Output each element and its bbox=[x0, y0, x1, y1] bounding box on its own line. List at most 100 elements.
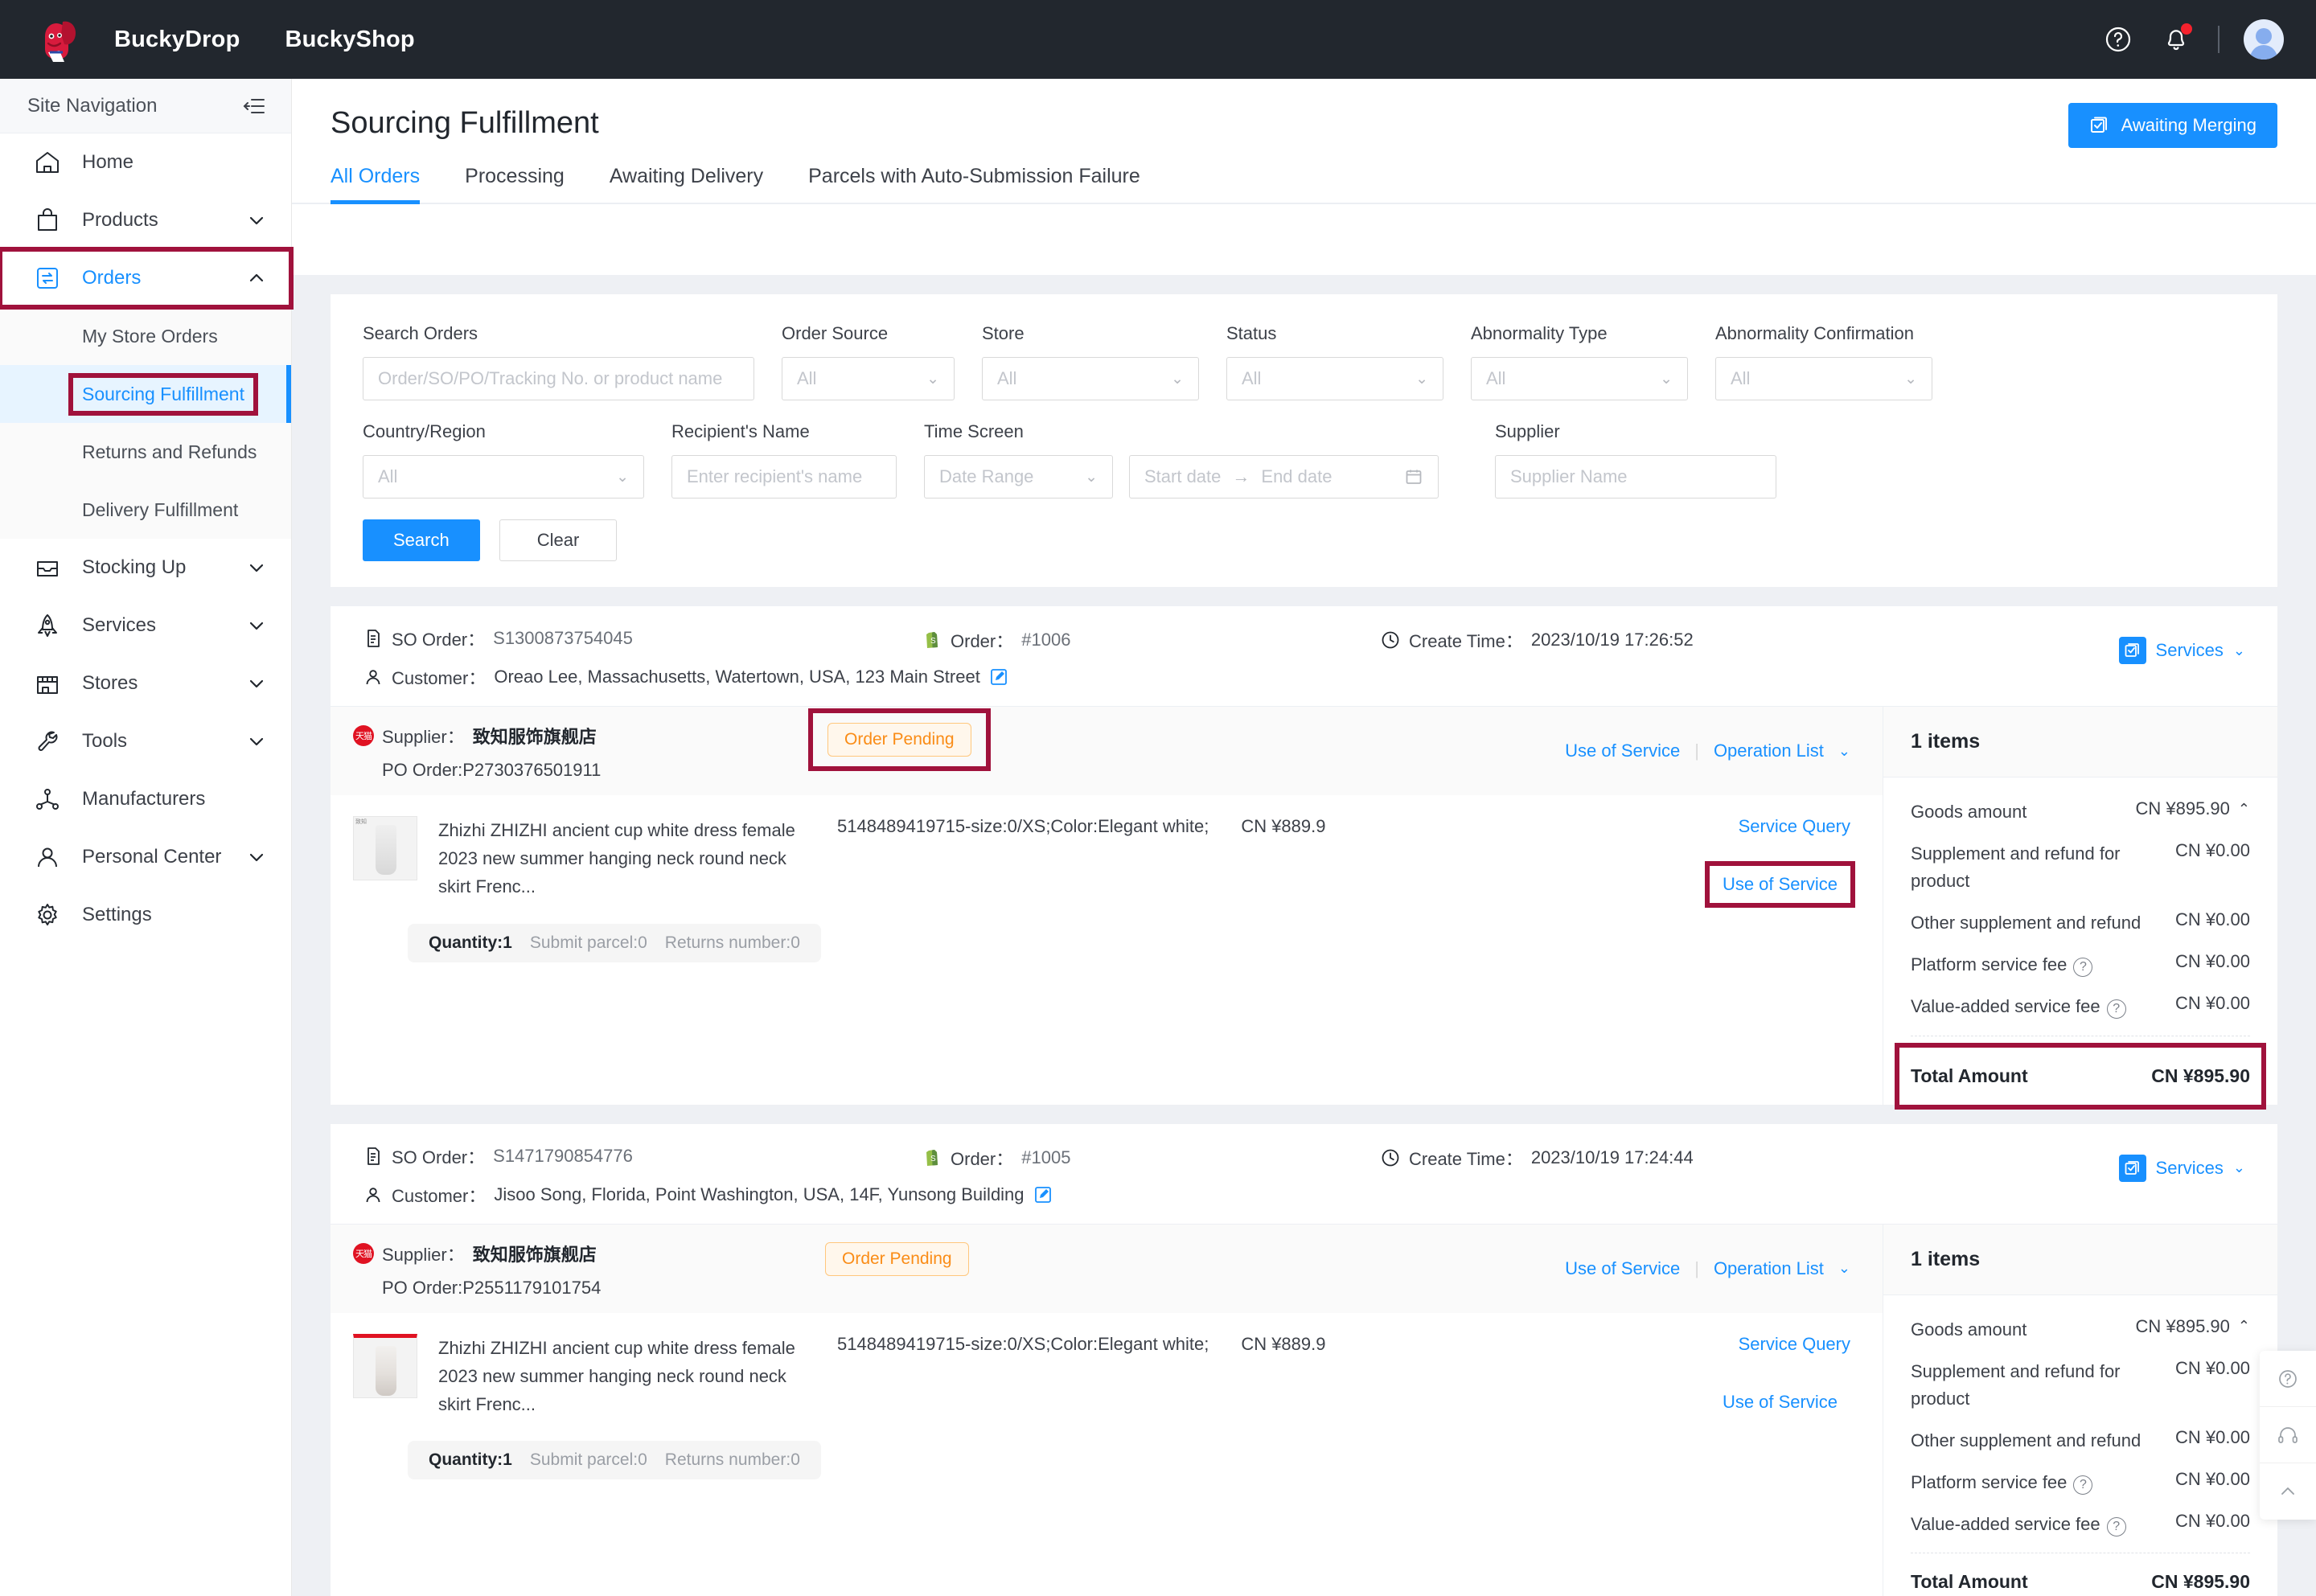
sidebar-item-orders[interactable]: Orders bbox=[0, 247, 294, 310]
date-range-picker[interactable]: Start date → End date bbox=[1129, 455, 1439, 498]
sidebar-item-manufacturers[interactable]: Manufacturers bbox=[0, 770, 291, 828]
order-card: SO Order： S1471790854776 Customer： Jisoo… bbox=[331, 1123, 2277, 1596]
country-region-select[interactable]: All ⌄ bbox=[363, 455, 644, 498]
po-order-label: PO Order: bbox=[382, 1277, 463, 1298]
sidebar-item-label: Tools bbox=[82, 730, 128, 752]
po-order-line: PO Order:P2551179101754 bbox=[353, 1278, 601, 1299]
services-label: Services bbox=[2155, 640, 2224, 660]
sidebar-item-stocking-up[interactable]: Stocking Up bbox=[0, 539, 291, 597]
abnormality-type-select[interactable]: All ⌄ bbox=[1471, 357, 1688, 400]
help-circle-icon[interactable]: ? bbox=[2073, 1475, 2093, 1495]
use-of-service-link[interactable]: Use of Service bbox=[1565, 1258, 1680, 1279]
awaiting-merging-label: Awaiting Merging bbox=[2121, 115, 2256, 135]
services-button[interactable]: Services ⌄ bbox=[2118, 637, 2245, 664]
order-left-column: 天猫 Supplier： 致知服饰旗舰店 PO Order:P255117910… bbox=[331, 1224, 1883, 1596]
filter-search-orders: Search Orders Order/SO/PO/Tracking No. o… bbox=[363, 323, 754, 400]
create-time-label: Create Time： bbox=[1409, 1148, 1523, 1169]
sidebar-item-services[interactable]: Services bbox=[0, 597, 291, 654]
page-title: Sourcing Fulfillment bbox=[331, 106, 599, 140]
help-circle-icon[interactable]: ? bbox=[2073, 958, 2093, 978]
services-button[interactable]: Services ⌄ bbox=[2118, 1154, 2245, 1182]
sidebar-subitem-label: Returns and Refunds bbox=[82, 441, 257, 462]
status-badge-wrap: Order Pending bbox=[825, 1241, 969, 1276]
status-select[interactable]: All ⌄ bbox=[1226, 357, 1443, 400]
product-thumbnail[interactable] bbox=[353, 1333, 417, 1398]
filter-row-2: Country/Region All ⌄ Recipient's Name En… bbox=[363, 421, 2245, 498]
chevron-down-icon: ⌄ bbox=[1838, 742, 1850, 759]
create-time-label: Create Time： bbox=[1409, 631, 1523, 651]
edit-customer-icon[interactable] bbox=[988, 667, 1009, 687]
scroll-to-top-icon[interactable] bbox=[2260, 1463, 2316, 1520]
collapse-sidebar-icon[interactable] bbox=[241, 93, 267, 119]
help-circle-icon[interactable]: ? bbox=[2106, 1517, 2126, 1537]
product-price: CN ¥889.9 bbox=[1241, 1333, 1326, 1354]
search-button[interactable]: Search bbox=[363, 519, 480, 561]
edit-customer-icon[interactable] bbox=[1033, 1184, 1053, 1205]
sidebar-item-my-store-orders[interactable]: My Store Orders bbox=[0, 307, 291, 365]
tab-awaiting-delivery[interactable]: Awaiting Delivery bbox=[610, 165, 786, 203]
sidebar-item-home[interactable]: Home bbox=[0, 133, 291, 191]
orders-scroll-area[interactable]: Search Orders Order/SO/PO/Tracking No. o… bbox=[292, 275, 2316, 1596]
sidebar-item-personal-center[interactable]: Personal Center bbox=[0, 828, 291, 886]
awaiting-merging-button[interactable]: Awaiting Merging bbox=[2068, 103, 2277, 148]
recipient-name-input[interactable]: Enter recipient's name bbox=[671, 455, 897, 498]
sidebar-item-tools[interactable]: Tools bbox=[0, 712, 291, 770]
time-screen-select[interactable]: Date Range ⌄ bbox=[924, 455, 1113, 498]
sidebar-item-sourcing-fulfillment[interactable]: Sourcing Fulfillment bbox=[0, 365, 291, 423]
help-circle-icon[interactable]: ? bbox=[2106, 999, 2126, 1020]
sidebar-item-products[interactable]: Products bbox=[0, 191, 291, 249]
chevron-down-icon: ⌄ bbox=[1660, 370, 1673, 388]
service-query-link[interactable]: Service Query bbox=[1710, 1334, 1850, 1355]
use-of-service-link[interactable]: Use of Service bbox=[1723, 874, 1838, 895]
summary-platform-service-fee: Platform service fee? CN ¥0.00 bbox=[1911, 951, 2250, 979]
notification-bell-icon[interactable] bbox=[2158, 22, 2194, 57]
brand-buckydrop[interactable]: BuckyDrop bbox=[114, 27, 240, 53]
chevron-down-icon bbox=[246, 731, 267, 752]
summary-label: Other supplement and refund bbox=[1911, 1430, 2141, 1450]
sidebar-subitem-label: Delivery Fulfillment bbox=[82, 498, 239, 520]
store-select[interactable]: All ⌄ bbox=[982, 357, 1199, 400]
sidebar-item-stores[interactable]: Stores bbox=[0, 654, 291, 712]
sidebar-item-settings[interactable]: Settings bbox=[0, 886, 291, 944]
topbar-actions bbox=[2078, 19, 2284, 59]
user-avatar[interactable] bbox=[2244, 19, 2284, 59]
tab-all-orders[interactable]: All Orders bbox=[331, 165, 442, 204]
summary-value: CN ¥0.00 bbox=[2175, 993, 2250, 1014]
country-region-value: All bbox=[378, 466, 398, 486]
help-circle-icon[interactable] bbox=[2260, 1351, 2316, 1407]
tab-parcels-auto-submission-failure[interactable]: Parcels with Auto-Submission Failure bbox=[808, 165, 1163, 203]
product-links: Service Query Use of Service bbox=[1704, 816, 1856, 908]
supplier-input[interactable]: Supplier Name bbox=[1495, 455, 1776, 498]
clear-button[interactable]: Clear bbox=[499, 519, 618, 561]
help-circle-icon[interactable] bbox=[2100, 22, 2136, 57]
headset-icon[interactable] bbox=[2260, 1407, 2316, 1463]
product-sku: 5148489419715-size:0/XS;Color:Elegant wh… bbox=[837, 1333, 1209, 1354]
tab-processing[interactable]: Processing bbox=[465, 165, 587, 203]
abnormality-confirmation-select[interactable]: All ⌄ bbox=[1715, 357, 1932, 400]
use-of-service-link[interactable]: Use of Service bbox=[1723, 1392, 1838, 1413]
filter-supplier: Supplier Supplier Name bbox=[1495, 421, 1776, 498]
summary-value: CN ¥0.00 bbox=[2175, 951, 2250, 972]
sidebar-item-delivery-fulfillment[interactable]: Delivery Fulfillment bbox=[0, 481, 291, 539]
operation-list-link[interactable]: Operation List bbox=[1714, 1258, 1824, 1279]
summary-label: Value-added service fee bbox=[1911, 1514, 2100, 1535]
chevron-up-icon[interactable]: ⌃ bbox=[2238, 1318, 2250, 1335]
status-value: All bbox=[1242, 368, 1262, 388]
operation-list-link[interactable]: Operation List bbox=[1714, 741, 1824, 761]
summary-value: CN ¥0.00 bbox=[2175, 840, 2250, 861]
order-source-select[interactable]: All ⌄ bbox=[782, 357, 955, 400]
use-of-service-link[interactable]: Use of Service bbox=[1565, 741, 1680, 761]
sidebar-subitem-label: Sourcing Fulfillment bbox=[68, 372, 258, 416]
sidebar-item-returns-and-refunds[interactable]: Returns and Refunds bbox=[0, 423, 291, 481]
tmall-icon: 天猫 bbox=[353, 725, 374, 746]
filter-time-screen: Time Screen Date Range ⌄ Start date → En… bbox=[924, 421, 1439, 498]
services-icon bbox=[2118, 637, 2146, 664]
brand-buckyshop[interactable]: BuckyShop bbox=[285, 27, 415, 53]
service-query-link[interactable]: Service Query bbox=[1710, 816, 1850, 837]
product-thumbnail[interactable]: 致知 bbox=[353, 816, 417, 880]
chevron-up-icon[interactable]: ⌃ bbox=[2238, 801, 2250, 818]
chevron-down-icon bbox=[246, 847, 267, 868]
product-title: Zhizhi ZHIZHI ancient cup white dress fe… bbox=[438, 1337, 795, 1414]
summary-value-added-service-fee: Value-added service fee? CN ¥0.00 bbox=[1911, 1511, 2250, 1538]
search-input[interactable]: Order/SO/PO/Tracking No. or product name bbox=[363, 357, 754, 400]
